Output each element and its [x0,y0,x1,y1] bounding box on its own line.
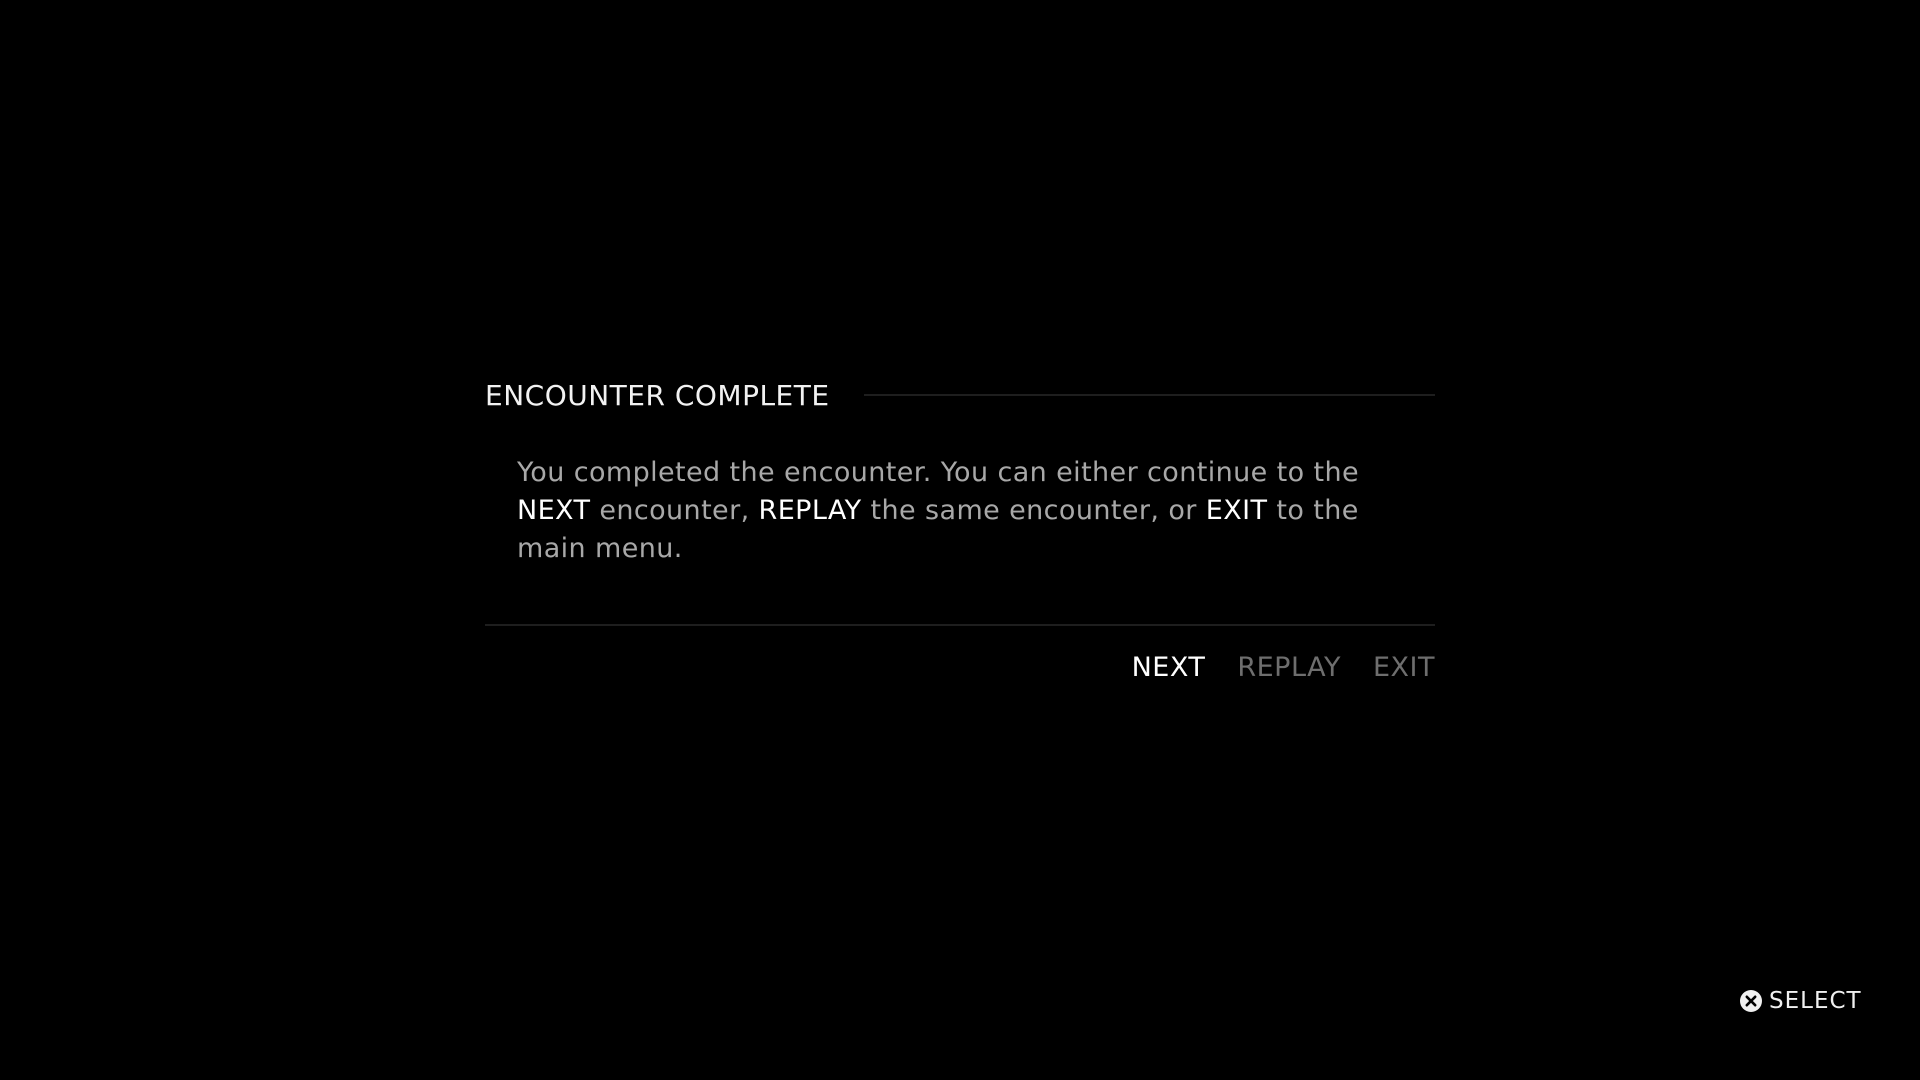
dialog-message: You completed the encounter. You can eit… [485,454,1435,568]
replay-option[interactable]: REPLAY [1237,652,1341,683]
message-text: the same encounter, or [861,495,1206,526]
message-keyword-exit: EXIT [1205,495,1268,526]
message-keyword-replay: REPLAY [758,495,862,526]
encounter-complete-screen: ENCOUNTER COMPLETE You completed the enc… [0,0,1920,1080]
next-option[interactable]: NEXT [1132,652,1206,683]
select-prompt-label: SELECT [1769,988,1862,1014]
message-text: You completed the encounter. You can eit… [517,457,1360,488]
message-text: encounter, [590,495,759,526]
header-divider [863,394,1435,396]
options-divider [485,624,1435,626]
dialog-options: NEXT REPLAY EXIT [485,652,1435,683]
exit-option[interactable]: EXIT [1373,652,1435,683]
cross-button-icon [1740,990,1762,1012]
dialog-header: ENCOUNTER COMPLETE [485,372,1435,418]
select-prompt: SELECT [1740,988,1862,1014]
message-keyword-next: NEXT [517,495,591,526]
dialog-title: ENCOUNTER COMPLETE [485,378,830,412]
encounter-complete-dialog: ENCOUNTER COMPLETE You completed the enc… [485,372,1435,683]
